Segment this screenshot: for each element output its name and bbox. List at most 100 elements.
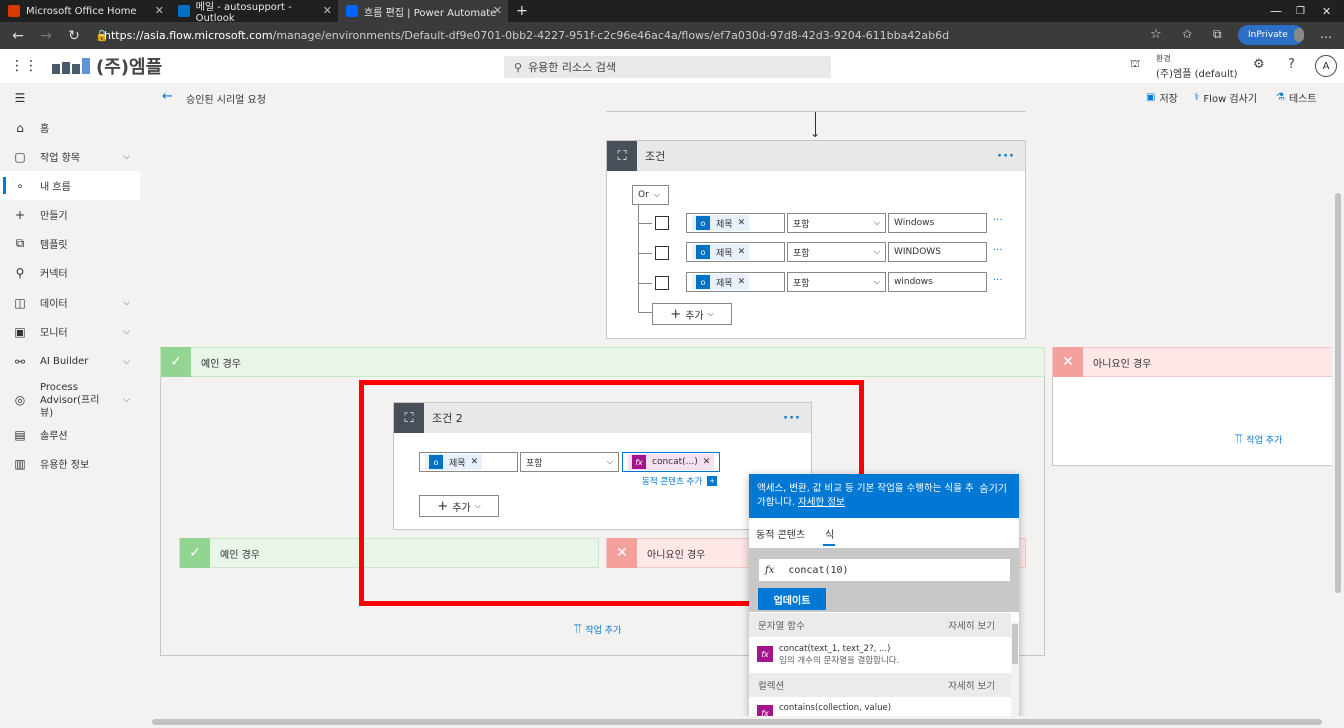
favorites-icon[interactable]: ✩ — [1182, 27, 1192, 41]
process-advisor-icon: ◎ — [14, 393, 26, 407]
operator-select[interactable]: 포함 ⌵ — [787, 213, 886, 233]
condition-right-value[interactable]: Windows — [888, 213, 987, 233]
tab-dynamic-content[interactable]: 동적 콘텐츠 — [756, 526, 805, 541]
collections-icon[interactable]: ⧉ — [1213, 27, 1222, 42]
condition-left-operand[interactable]: o 제목 ✕ — [686, 213, 785, 233]
learn-more-link[interactable]: 자세한 정보 — [798, 497, 845, 508]
help-icon[interactable]: ? — [1288, 57, 1295, 72]
new-tab-button[interactable]: + — [508, 0, 528, 22]
ai-builder-icon: ⚯ — [14, 354, 26, 369]
flask-icon: ⚗ — [1276, 92, 1285, 103]
remove-token-icon[interactable]: ✕ — [738, 218, 746, 228]
condition-left-operand[interactable]: o 제목 ✕ — [686, 242, 785, 262]
close-icon[interactable]: ✕ — [323, 4, 332, 17]
more-options-icon[interactable]: ··· — [997, 149, 1015, 164]
tree-line — [638, 253, 652, 254]
horizontal-scrollbar[interactable] — [140, 716, 1332, 728]
dynamic-token[interactable]: o 제목 ✕ — [692, 244, 750, 260]
tab-expression[interactable]: 식 — [825, 526, 834, 541]
close-icon[interactable]: ✕ — [155, 4, 164, 17]
resource-search-input[interactable]: ⚲ 유용한 리소스 검색 — [504, 56, 831, 78]
sidebar-item-my-flows[interactable]: ∘ 내 흐름 — [0, 171, 140, 200]
row-more-icon[interactable]: ··· — [993, 245, 1003, 256]
environment-name[interactable]: (주)엠플 (default) — [1156, 65, 1238, 80]
row-checkbox[interactable] — [655, 216, 669, 230]
chevron-down-icon: ⌵ — [653, 190, 660, 199]
sidebar-item-solutions[interactable]: ▤ 솔루션 — [0, 420, 140, 449]
dynamic-token[interactable]: o 제목 ✕ — [692, 215, 750, 231]
yes-branch-label: 예인 경우 — [201, 358, 241, 370]
dynamic-token[interactable]: o 제목 ✕ — [692, 274, 750, 290]
condition-card-header[interactable]: ⛶ 조건 ··· — [607, 141, 1025, 171]
favorite-star-icon[interactable]: ☆ — [1150, 27, 1162, 42]
sidebar-item-create[interactable]: + 만들기 — [0, 200, 140, 229]
update-button[interactable]: 업데이트 — [758, 588, 826, 610]
operator-value: 포함 — [793, 248, 810, 259]
row-more-icon[interactable]: ··· — [993, 275, 1003, 286]
flow-name[interactable]: 승인된 시리얼 요청 — [186, 91, 266, 106]
row-more-icon[interactable]: ··· — [993, 215, 1003, 226]
yes-branch-header[interactable]: ✓ 예인 경우 — [160, 347, 1045, 377]
sidebar-item-ai-builder[interactable]: ⚯ AI Builder ⌵ — [0, 347, 140, 376]
browser-tab-power-automate[interactable]: 흐름 편집 | Power Automate ✕ — [338, 0, 508, 22]
inprivate-badge[interactable]: InPrivate — [1238, 25, 1304, 45]
url-field[interactable]: https://asia.flow.microsoft.com/manage/e… — [104, 26, 949, 45]
condition-right-value[interactable]: windows — [888, 272, 987, 292]
sidebar-item-data[interactable]: ◫ 데이터 ⌵ — [0, 288, 140, 317]
test-button[interactable]: ⚗ 테스트 — [1276, 90, 1317, 105]
condition-left-operand[interactable]: o 제목 ✕ — [686, 272, 785, 292]
save-button[interactable]: ▣ 저장 — [1146, 90, 1178, 105]
sidebar-item-monitor[interactable]: ▣ 모니터 ⌵ — [0, 317, 140, 346]
connector-icon: ⚲ — [15, 265, 25, 280]
refresh-icon[interactable]: ↻ — [60, 28, 88, 44]
close-icon[interactable]: ✕ — [493, 4, 502, 17]
browser-tab-office[interactable]: Microsoft Office Home ✕ — [0, 0, 170, 22]
tab-title: 메일 - autosupport - Outlook — [195, 2, 292, 24]
restore-icon[interactable]: ❐ — [1288, 0, 1313, 22]
forward-icon[interactable]: → — [32, 28, 60, 44]
add-row-button[interactable]: + 추가 ⌵ — [652, 303, 732, 325]
sidebar-item-home[interactable]: ⌂ 홈 — [0, 113, 140, 142]
vertical-scrollbar[interactable] — [1332, 83, 1344, 728]
add-action-button[interactable]: ⫪ 작업 추가 — [574, 622, 621, 637]
see-more-link[interactable]: 자세히 보기 — [948, 618, 995, 632]
nav-collapse-button[interactable]: ☰ — [0, 85, 140, 111]
panel-scrollbar[interactable] — [1011, 622, 1019, 728]
minimize-icon[interactable]: — — [1262, 0, 1290, 22]
expression-input[interactable]: fx concat(10) — [758, 558, 1011, 582]
sidebar-item-action-items[interactable]: ▢ 작업 항목 ⌵ — [0, 142, 140, 171]
sidebar-item-connectors[interactable]: ⚲ 커넥터 — [0, 258, 140, 287]
tab-title: 흐름 편집 | Power Automate — [364, 7, 497, 19]
no-branch-header[interactable]: ✕ 아니요인 경우 — [1052, 347, 1344, 377]
function-item[interactable]: fx concat(text_1, text_2?, ...) 임의 개수의 문자열… — [757, 644, 899, 666]
back-arrow-icon[interactable]: ← — [162, 89, 173, 104]
operator-select[interactable]: 포함 ⌵ — [787, 242, 886, 262]
window-close-icon[interactable]: ✕ — [1314, 0, 1339, 22]
chevron-down-icon: ⌵ — [873, 247, 880, 256]
left-nav: ☰ ⌂ 홈 ▢ 작업 항목 ⌵ ∘ 내 흐름 + 만들기 ⧉ 템플릿 ⚲ 커넥터 ◫ 데이터 ⌵ … — [0, 83, 140, 728]
remove-token-icon[interactable]: ✕ — [738, 247, 746, 257]
group-operator-select[interactable]: Or ⌵ — [632, 185, 669, 205]
hide-panel-button[interactable]: 숨기기 — [979, 483, 1007, 497]
chevron-down-icon: ⌵ — [873, 277, 880, 286]
avatar[interactable]: A — [1315, 55, 1337, 77]
operator-select[interactable]: 포함 ⌵ — [787, 272, 886, 292]
flow-checker-button[interactable]: ⚕ Flow 검사기 — [1194, 90, 1257, 105]
more-icon[interactable]: … — [1320, 27, 1332, 41]
sidebar-item-learn[interactable]: ▥ 유용한 정보 — [0, 449, 140, 478]
add-action-button[interactable]: ⫪ 작업 추가 — [1235, 432, 1282, 447]
see-more-link[interactable]: 자세히 보기 — [948, 678, 995, 692]
section-title: 컬렉션 — [758, 681, 785, 692]
browser-tab-outlook[interactable]: 메일 - autosupport - Outlook ✕ — [170, 0, 338, 24]
settings-gear-icon[interactable]: ⚙ — [1253, 57, 1265, 72]
avatar-letter: A — [1322, 60, 1330, 72]
sidebar-item-templates[interactable]: ⧉ 템플릿 — [0, 229, 140, 258]
remove-token-icon[interactable]: ✕ — [738, 277, 746, 287]
condition-right-value[interactable]: WINDOWS — [888, 242, 987, 262]
row-checkbox[interactable] — [655, 276, 669, 290]
app-launcher-icon[interactable]: ⋮⋮ — [10, 58, 38, 74]
sidebar-item-process-advisor[interactable]: ◎ Process Advisor(프리뷰) ⌵ — [0, 382, 140, 419]
back-icon[interactable]: ← — [4, 28, 32, 44]
hamburger-icon: ☰ — [14, 91, 26, 105]
row-checkbox[interactable] — [655, 246, 669, 260]
